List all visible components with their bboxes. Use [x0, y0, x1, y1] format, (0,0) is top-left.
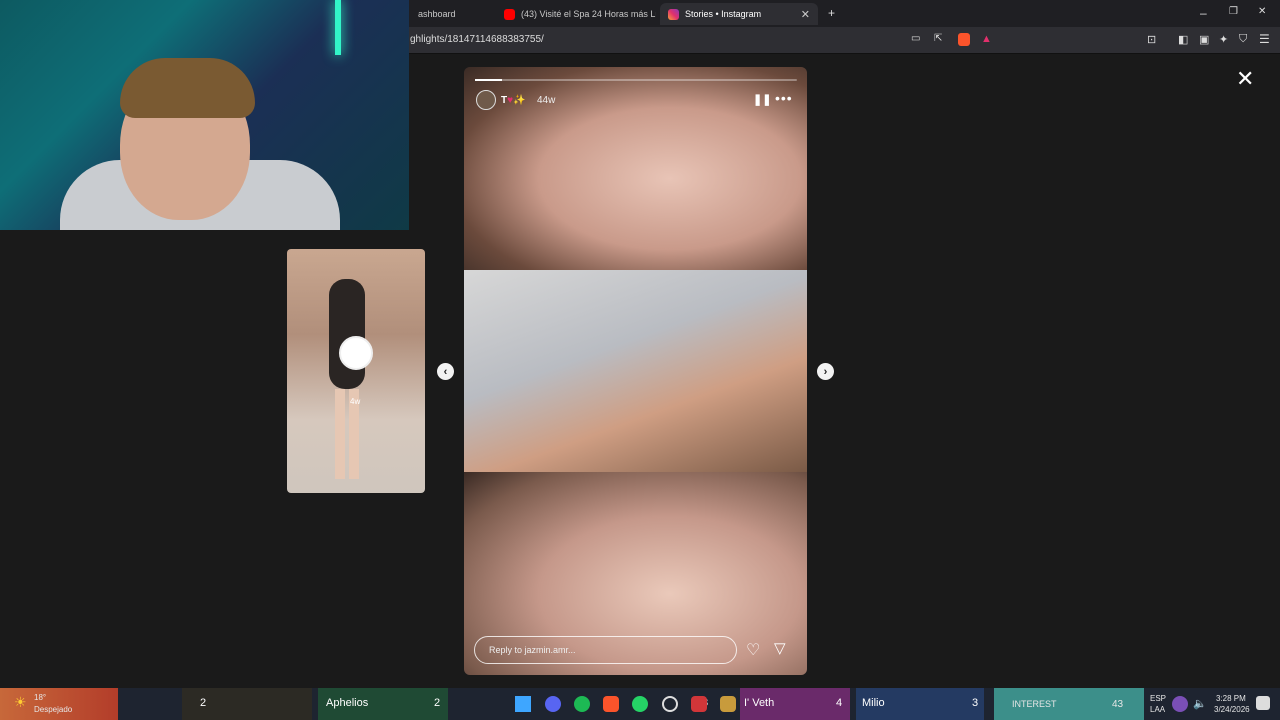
next-story-button[interactable]: › [817, 363, 834, 380]
interest-label: INTEREST [1012, 699, 1057, 709]
notification-icon[interactable] [1256, 696, 1270, 710]
story-photo-middle [464, 270, 807, 472]
champion-count: 3 [972, 697, 979, 709]
story-progress-bar [475, 79, 797, 81]
spotify-icon[interactable] [574, 696, 590, 712]
menu-icon[interactable]: ☰ [1259, 32, 1270, 46]
whatsapp-icon[interactable] [632, 696, 648, 712]
steam-icon[interactable] [662, 696, 678, 712]
preview-leg [335, 389, 345, 479]
previous-story-preview[interactable] [287, 249, 425, 493]
wallet-icon[interactable]: ▣ [1199, 33, 1209, 46]
language-indicator[interactable]: ESP [1150, 694, 1166, 703]
story-username-emoji: ♥✨ [507, 95, 526, 106]
share-icon[interactable]: ⇱ [934, 33, 942, 44]
weather-widget[interactable]: ☀ 18° Despejado [0, 688, 118, 720]
volume-icon[interactable]: 🔈 [1193, 697, 1207, 710]
riot-client-icon[interactable] [691, 696, 707, 712]
league-client-icon[interactable] [720, 696, 736, 712]
interest-value: 43 [1112, 699, 1124, 710]
webcam-overlay [0, 0, 409, 230]
champion-count: 2 [434, 697, 441, 709]
vpn-icon[interactable]: ⛉ [1239, 33, 1247, 46]
youtube-icon [504, 8, 515, 20]
tab-label: Stories • Instagram [685, 9, 762, 19]
close-viewer-icon[interactable]: ✕ [1236, 66, 1254, 92]
url-text[interactable]: ghlights/18147114688383755/ [410, 34, 544, 45]
clock-time[interactable]: 3:28 PM [1216, 694, 1246, 703]
more-options-icon[interactable]: ••• [775, 90, 793, 106]
champion-slot-1[interactable]: 2 [182, 688, 312, 720]
weather-temp: 18° [34, 693, 47, 702]
preview-person [329, 279, 365, 389]
brave-shields-icon[interactable] [958, 33, 970, 46]
champion-name: Milio [862, 697, 885, 709]
tab-label: (43) Visité el Spa 24 Horas más Lujoso [521, 9, 656, 19]
minimize-button[interactable]: – [1200, 6, 1207, 20]
story-progress-fill [475, 79, 502, 81]
story-avatar[interactable] [476, 90, 496, 110]
share-send-icon[interactable]: ▽ [774, 639, 786, 657]
previous-story-avatar[interactable] [339, 336, 373, 370]
reply-placeholder: Reply to jazmin.amr... [489, 645, 576, 655]
brave-taskbar-icon[interactable] [603, 696, 619, 712]
tab-instagram-stories[interactable]: Stories • Instagram ✕ [660, 3, 818, 25]
story-time: 44w [537, 95, 556, 106]
reply-input[interactable]: Reply to jazmin.amr... [474, 636, 737, 664]
led-strip [335, 0, 341, 55]
champion-name: Aphelios [326, 697, 369, 709]
discord-icon[interactable] [545, 696, 561, 712]
previous-story-button[interactable]: ‹ [437, 363, 454, 380]
restore-button[interactable]: ❐ [1229, 6, 1238, 17]
champion-slot-3[interactable]: I' Veth 4 [740, 688, 850, 720]
instagram-icon [668, 8, 679, 20]
tray-app-icon[interactable] [1172, 696, 1188, 712]
weather-icon: ☀ [14, 694, 27, 710]
new-tab-button[interactable]: + [828, 6, 835, 20]
window-close-button[interactable]: ✕ [1258, 6, 1266, 17]
story-username[interactable]: T♥✨ [501, 95, 526, 106]
reader-icon[interactable]: ⊡ [1147, 33, 1156, 46]
tab-youtube[interactable]: (43) Visité el Spa 24 Horas más Lujoso [496, 3, 656, 25]
weather-text: Despejado [34, 705, 73, 714]
previous-story-time: 4w [350, 397, 361, 406]
pause-icon[interactable]: ❚❚ [753, 93, 771, 106]
champion-name: I' Veth [744, 697, 775, 709]
brave-rewards-icon[interactable]: ▲ [981, 33, 992, 45]
windows-start-icon[interactable] [515, 696, 531, 712]
champion-slot-milio[interactable]: Milio 3 [856, 688, 984, 720]
tab-dashboard[interactable]: ashboard [410, 3, 490, 25]
tab-label: ashboard [418, 9, 456, 19]
webcam-person-hair [120, 58, 255, 118]
clock-date[interactable]: 3/24/2026 [1214, 705, 1250, 714]
interest-widget[interactable]: INTEREST 43 [994, 688, 1144, 720]
champion-count: 2 [200, 697, 207, 709]
champion-count: 4 [836, 697, 843, 709]
story-card[interactable] [464, 67, 807, 675]
champion-slot-aphelios[interactable]: Aphelios 2 [318, 688, 448, 720]
language-sub: LAA [1150, 705, 1166, 714]
close-tab-icon[interactable]: ✕ [801, 8, 810, 21]
cast-icon[interactable]: ▭ [911, 33, 920, 44]
like-heart-icon[interactable]: ♡ [746, 640, 760, 660]
sidebar-icon[interactable]: ◧ [1178, 33, 1188, 46]
leo-ai-icon[interactable]: ✦ [1219, 33, 1228, 46]
